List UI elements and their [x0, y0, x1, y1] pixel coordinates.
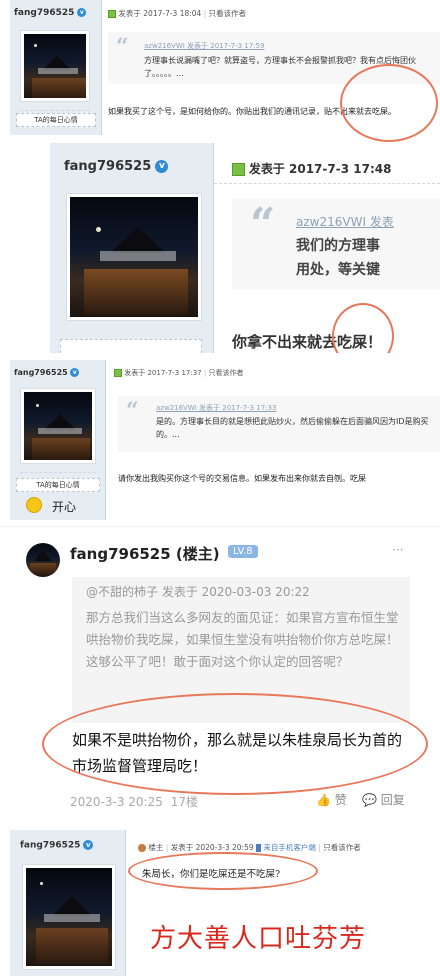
panel-1-ta-label: TA的每日心情	[16, 113, 96, 127]
panel-2-quote-head[interactable]: azw216VWI 发表	[296, 215, 394, 229]
level-badge: LV.8	[228, 545, 258, 558]
panel-1-sidebar: fang796525 v TA的每日心情	[10, 0, 102, 135]
mobile-icon	[256, 844, 262, 852]
panel-5-sidebar: fang796525 v	[10, 830, 126, 976]
panel-4-quote-head[interactable]: @不甜的柿子 发表于 2020-03-03 20:22	[86, 583, 310, 600]
panel-4: fang796525 (楼主) LV.8 ··· @不甜的柿子 发表于 2020…	[0, 526, 440, 824]
panel-3-only-author-link[interactable]: 只看该作者	[208, 369, 243, 377]
highlight-circle	[128, 852, 318, 890]
smile-icon	[26, 497, 42, 513]
user-role-icon	[138, 844, 146, 852]
quote-mark-icon: “	[116, 34, 129, 60]
panel-3-quote-body: 是的。方理事长目的就是想把此贴炒火，然后偷偷躲在后面骗风因为ID是购买的。...	[156, 417, 429, 439]
panel-3-post-meta: 发表于 2017-7-3 17:37	[124, 369, 202, 377]
panel-3-quote: “ azw216VWI 发表于 2017-7-3 17:33 是的。方理事长目的…	[118, 396, 440, 452]
panel-3-avatar[interactable]	[20, 388, 96, 464]
panel-1: fang796525 v TA的每日心情 发表于 2017-7-3 18:04 …	[10, 0, 440, 142]
highlight-circle	[42, 693, 428, 795]
panel-5-only-author-link[interactable]: 只看该作者	[323, 843, 361, 852]
panel-1-post-meta: 发表于 2017-7-3 18:04	[118, 9, 202, 18]
verified-icon: v	[70, 368, 80, 377]
panel-1-username[interactable]: fang796525	[14, 8, 74, 18]
panel-2-avatar[interactable]	[66, 193, 202, 321]
comment-icon: 💬	[362, 793, 377, 807]
panel-2-quote-body-2: 用处，等关键	[296, 262, 380, 278]
post-icon	[114, 369, 122, 377]
like-button[interactable]: 👍 赞	[316, 791, 347, 808]
panel-2-sidebar: fang796525 v	[50, 143, 214, 353]
verified-icon: v	[77, 8, 87, 17]
panel-5-username[interactable]: fang796525	[20, 841, 80, 851]
panel-3-quote-head[interactable]: azw216VWI 发表于 2017-7-3 17:33	[156, 404, 276, 412]
panel-5-avatar[interactable]	[22, 864, 116, 970]
panel-2: fang796525 v 发表于 2017-7-3 17:48 “ azw216…	[50, 143, 440, 353]
verified-icon: v	[83, 840, 94, 850]
panel-2-quote-body-1: 我们的方理事	[296, 238, 380, 254]
panel-4-quote-body: 那方总我们当这么多网友的面见证：如果官方宣布恒生堂哄抬物价我吃屎，如果恒生堂没有…	[86, 610, 399, 669]
panel-1-avatar[interactable]	[20, 30, 90, 102]
panel-2-username[interactable]: fang796525	[64, 159, 151, 174]
panel-5-client: 来自手机客户端	[263, 843, 316, 852]
panel-4-username[interactable]: fang796525 (楼主)	[70, 543, 220, 564]
panel-2-quote: “ azw216VWI 发表 我们的方理事 用处，等关键	[232, 199, 440, 289]
verified-icon: v	[155, 160, 169, 173]
quote-mark-icon: “	[250, 199, 276, 250]
panel-5-role: 楼主	[148, 843, 164, 852]
panel-1-only-author-link[interactable]: 只看该作者	[209, 9, 247, 18]
post-icon	[232, 163, 245, 176]
panel-3-ta-label: TA的每日心情	[16, 478, 100, 492]
panel-4-floor: 17楼	[170, 795, 198, 809]
caption: 方大善人口吐芬芳	[150, 924, 367, 954]
panel-3-reply: 请你发出我购买你这个号的交易信息。如果发布出来你就去自刎。吃屎	[118, 474, 366, 483]
quote-mark-icon: “	[126, 398, 139, 424]
panel-3-username[interactable]: fang796525	[14, 368, 68, 377]
like-label: 赞	[334, 793, 347, 807]
reply-button[interactable]: 💬 回复	[362, 791, 405, 808]
more-options-icon[interactable]: ···	[392, 543, 403, 557]
panel-1-quote-head[interactable]: azw216VWI 发表于 2017-7-3 17:59	[144, 42, 264, 50]
panel-4-timestamp: 2020-3-3 20:25	[70, 795, 163, 809]
highlight-circle	[332, 303, 394, 353]
post-icon	[108, 10, 116, 18]
panel-4-avatar[interactable]	[26, 543, 60, 577]
panel-3-sidebar: fang796525 v TA的每日心情 开心	[10, 360, 106, 520]
panel-5-post-meta: 发表于 2020-3-3 20:59	[170, 843, 254, 852]
highlight-circle	[340, 64, 438, 142]
thumbs-up-icon: 👍	[316, 793, 331, 807]
panel-3: fang796525 v TA的每日心情 开心 发表于 2017-7-3 17:…	[10, 360, 440, 520]
reply-label: 回复	[380, 793, 405, 807]
panel-3-mood: 开心	[52, 500, 77, 514]
panel-2-post-meta: 发表于 2017-7-3 17:48	[248, 162, 392, 176]
